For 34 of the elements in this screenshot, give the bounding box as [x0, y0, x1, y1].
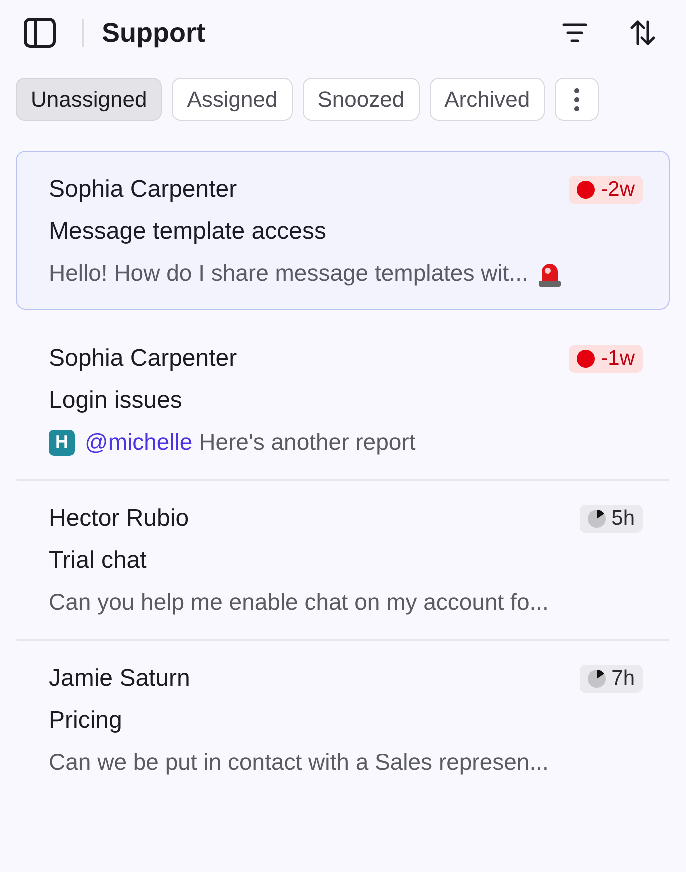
conversation-item[interactable]: Sophia Carpenter -1w Login issues H @michelle Here's another report	[16, 320, 670, 479]
time-text: -1w	[601, 347, 635, 371]
message-preview: Hello! How do I share message templates wit...	[49, 260, 528, 287]
filter-tab[interactable]: Archived	[430, 78, 546, 121]
message-preview: Can we be put in contact with a Sales represen...	[49, 749, 549, 776]
contact-name: Jamie Saturn	[49, 665, 192, 693]
clock-pie-icon	[588, 670, 606, 688]
clock-pie-icon	[588, 510, 606, 528]
time-text: 5h	[612, 507, 635, 531]
filter-tab[interactable]: Unassigned	[16, 78, 162, 121]
conversation-item[interactable]: Sophia Carpenter -2w Message template access Hello! How do I share message templates wit...	[16, 151, 670, 310]
status-dot-icon	[577, 181, 596, 199]
contact-name: Sophia Carpenter	[49, 176, 238, 204]
contact-name: Hector Rubio	[49, 505, 190, 533]
conversation-subject: Message template access	[49, 218, 328, 246]
contact-name: Sophia Carpenter	[49, 345, 238, 373]
time-text: 7h	[612, 667, 635, 691]
mention-link[interactable]: @michelle	[85, 429, 193, 455]
time-text: -2w	[601, 178, 635, 202]
conversation-item[interactable]: Hector Rubio 5h Trial chat Can you help me enable chat on my account fo...	[16, 479, 670, 639]
conversation-subject: Trial chat	[49, 547, 148, 575]
conversation-item[interactable]: Jamie Saturn 7h Pricing Can we be put in contact with a Sales represen...	[16, 639, 670, 799]
filter-tab[interactable]: Snoozed	[302, 78, 420, 121]
avatar: H	[49, 430, 75, 456]
sidebar-toggle-icon[interactable]	[24, 18, 56, 48]
message-preview: Can you help me enable chat on my account fo...	[49, 589, 549, 616]
conversation-subject: Pricing	[49, 707, 124, 735]
conversation-subject: Login issues	[49, 387, 184, 415]
more-icon	[574, 88, 580, 112]
status-dot-icon	[577, 350, 596, 368]
more-button[interactable]	[555, 78, 600, 121]
message-preview: @michelle Here's another report	[85, 429, 416, 456]
page-title: Support	[102, 18, 206, 48]
filter-tab[interactable]: Assigned	[172, 78, 293, 121]
